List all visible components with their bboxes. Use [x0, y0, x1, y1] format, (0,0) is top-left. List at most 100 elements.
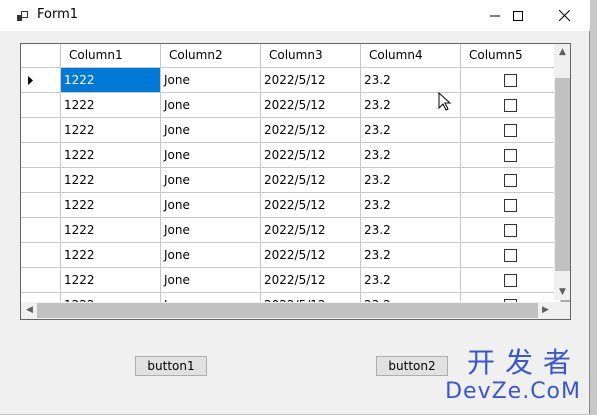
- column-header[interactable]: Column4: [361, 44, 461, 68]
- grid-cell[interactable]: 2022/5/12: [261, 168, 361, 193]
- grid-checkbox-cell: [461, 118, 561, 143]
- grid-checkbox-cell: [461, 193, 561, 218]
- grid-checkbox[interactable]: [504, 173, 517, 187]
- watermark-cn: 开发者: [466, 346, 581, 379]
- grid-cell[interactable]: 2022/5/12: [261, 218, 361, 243]
- column-header[interactable]: Column1: [61, 44, 161, 68]
- grid-checkbox-cell: [461, 218, 561, 243]
- row-header[interactable]: [21, 218, 61, 243]
- grid-checkbox[interactable]: [504, 273, 517, 287]
- grid-cell[interactable]: 1222: [61, 268, 161, 293]
- grid-cell[interactable]: Jone: [161, 218, 261, 243]
- table-row[interactable]: 1222Jone2022/5/1223.2: [21, 193, 561, 218]
- row-header[interactable]: [21, 68, 61, 93]
- maximize-icon: [513, 10, 523, 21]
- grid-cell[interactable]: 1222: [61, 218, 161, 243]
- scroll-down-icon[interactable]: ▼: [554, 284, 570, 301]
- grid-checkbox-cell: [461, 143, 561, 168]
- grid-checkbox[interactable]: [504, 98, 517, 112]
- table-row[interactable]: 1222Jone2022/5/1223.2: [21, 143, 561, 168]
- row-header[interactable]: [21, 168, 61, 193]
- grid-cell[interactable]: 23.2: [361, 168, 461, 193]
- scroll-left-icon[interactable]: ◀: [21, 302, 38, 319]
- horizontal-scrollbar[interactable]: ◀ ▶: [21, 302, 554, 319]
- grid-cell[interactable]: 2022/5/12: [261, 68, 361, 93]
- watermark: 开发者 DevZe.CoM: [445, 347, 581, 405]
- grid-cell[interactable]: 2022/5/12: [261, 118, 361, 143]
- table-row[interactable]: 1222Jone2022/5/1223.2: [21, 68, 561, 93]
- app-icon: [17, 11, 28, 21]
- grid-cell[interactable]: 1222: [61, 243, 161, 268]
- table-row[interactable]: 1222Jone2022/5/1223.2: [21, 218, 561, 243]
- grid-cell[interactable]: Jone: [161, 243, 261, 268]
- vertical-scroll-thumb[interactable]: [555, 78, 570, 271]
- row-header[interactable]: [21, 143, 61, 168]
- grid-corner-header[interactable]: [21, 44, 61, 68]
- column-header[interactable]: Column5: [461, 44, 561, 68]
- row-header[interactable]: [21, 268, 61, 293]
- grid-checkbox-cell: [461, 68, 561, 93]
- grid-checkbox[interactable]: [504, 123, 517, 137]
- grid-checkbox[interactable]: [504, 198, 517, 212]
- column-header[interactable]: Column2: [161, 44, 261, 68]
- grid-cell[interactable]: 23.2: [361, 68, 461, 93]
- grid-cell[interactable]: Jone: [161, 68, 261, 93]
- grid-cell[interactable]: 1222: [61, 143, 161, 168]
- grid-cell[interactable]: 2022/5/12: [261, 143, 361, 168]
- grid-cell[interactable]: 1222: [61, 68, 161, 93]
- row-header[interactable]: [21, 243, 61, 268]
- column-header[interactable]: Column3: [261, 44, 361, 68]
- title-bar[interactable]: Form1: [0, 0, 590, 31]
- grid-checkbox[interactable]: [504, 148, 517, 162]
- grid-cell[interactable]: Jone: [161, 168, 261, 193]
- table-row[interactable]: 1222Jone2022/5/1223.2: [21, 118, 561, 143]
- close-button[interactable]: [541, 0, 587, 31]
- grid-cell[interactable]: Jone: [161, 93, 261, 118]
- button1[interactable]: button1: [135, 356, 207, 376]
- grid-checkbox-cell: [461, 243, 561, 268]
- grid-cell[interactable]: 2022/5/12: [261, 93, 361, 118]
- row-header[interactable]: [21, 118, 61, 143]
- grid-cell[interactable]: 1222: [61, 93, 161, 118]
- button2[interactable]: button2: [376, 356, 448, 376]
- row-header[interactable]: [21, 93, 61, 118]
- data-grid[interactable]: Column1 Column2 Column3 Column4 Column5 …: [20, 43, 571, 320]
- horizontal-scroll-thumb[interactable]: [37, 303, 538, 318]
- vertical-scrollbar[interactable]: ▲ ▼: [554, 44, 570, 301]
- table-row[interactable]: 1222Jone2022/5/1223.2: [21, 268, 561, 293]
- table-row[interactable]: 1222Jone2022/5/1223.2: [21, 243, 561, 268]
- grid-cell[interactable]: 23.2: [361, 268, 461, 293]
- grid-cell[interactable]: 23.2: [361, 243, 461, 268]
- grid-cell[interactable]: 1222: [61, 118, 161, 143]
- grid-checkbox[interactable]: [504, 223, 517, 237]
- table-row[interactable]: 1222Jone2022/5/1223.2: [21, 93, 561, 118]
- grid-cell[interactable]: 23.2: [361, 193, 461, 218]
- grid-cell[interactable]: 1222: [61, 193, 161, 218]
- grid-cell[interactable]: 23.2: [361, 118, 461, 143]
- grid-cell[interactable]: 23.2: [361, 143, 461, 168]
- grid-rows: 1222 Jone 2022/5/12 23.2 1222 Jone 2022/5/12 23…: [21, 68, 561, 318]
- grid-cell[interactable]: Jone: [161, 118, 261, 143]
- grid-cell[interactable]: 2022/5/12: [261, 193, 361, 218]
- grid-cell[interactable]: Jone: [161, 193, 261, 218]
- scroll-right-icon[interactable]: ▶: [537, 302, 554, 319]
- maximize-button[interactable]: [495, 0, 541, 31]
- grid-checkbox-cell: [461, 168, 561, 193]
- grid-cell[interactable]: 23.2: [361, 218, 461, 243]
- grid-checkbox-cell: [461, 268, 561, 293]
- mouse-cursor-icon: [438, 92, 452, 111]
- grid-header-row: Column1 Column2 Column3 Column4 Column5: [21, 44, 561, 68]
- grid-cell[interactable]: 1222: [61, 168, 161, 193]
- grid-cell[interactable]: 2022/5/12: [261, 243, 361, 268]
- close-icon: [558, 10, 570, 21]
- grid-cell[interactable]: 2022/5/12: [261, 268, 361, 293]
- grid-cell[interactable]: Jone: [161, 268, 261, 293]
- grid-checkbox[interactable]: [504, 73, 517, 87]
- scroll-up-icon[interactable]: ▲: [554, 44, 570, 61]
- table-row[interactable]: 1222Jone2022/5/1223.2: [21, 168, 561, 193]
- grid-cell[interactable]: Jone: [161, 143, 261, 168]
- watermark-en: DevZe.CoM: [445, 379, 581, 404]
- window-title: Form1: [37, 7, 79, 22]
- grid-checkbox[interactable]: [504, 248, 517, 262]
- row-header[interactable]: [21, 193, 61, 218]
